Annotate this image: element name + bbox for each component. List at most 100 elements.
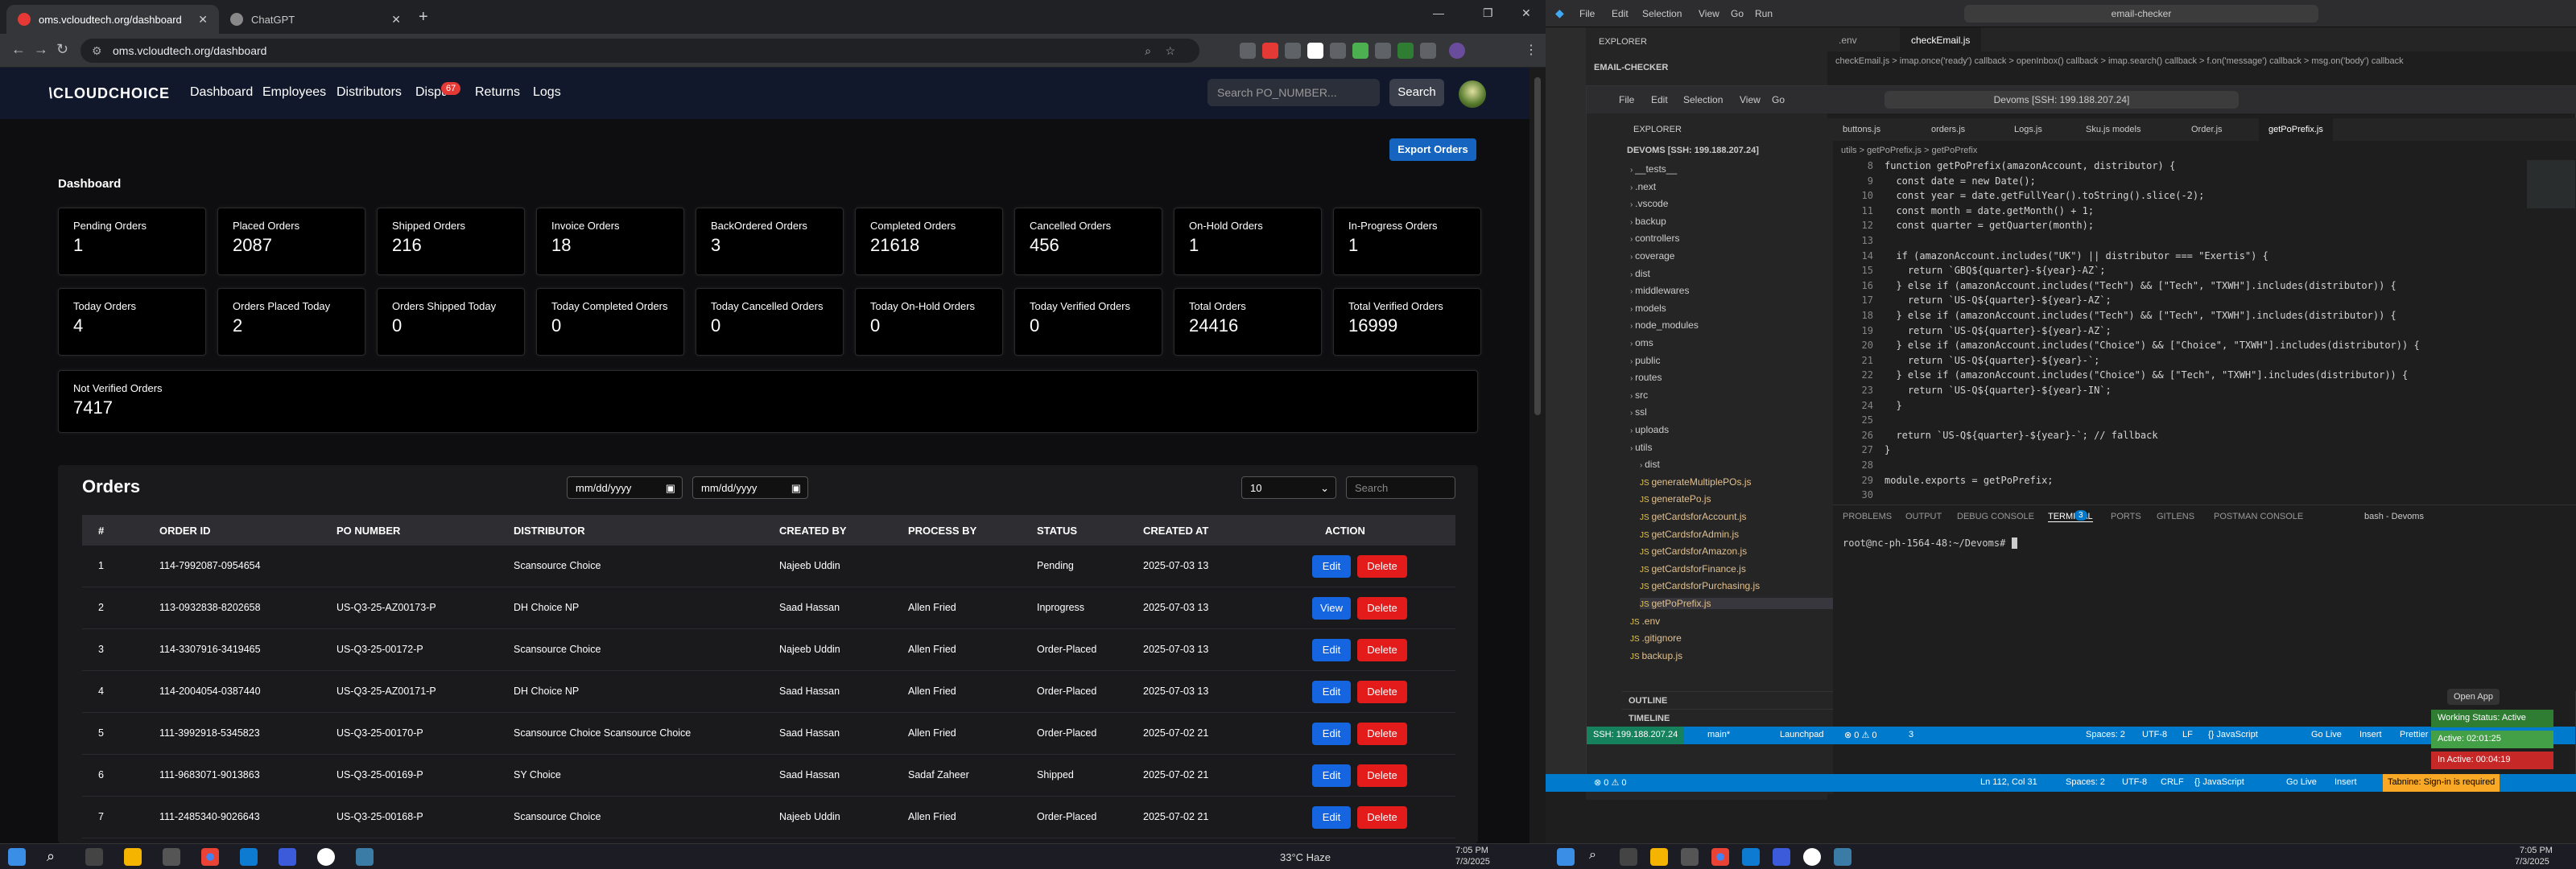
chrome-icon[interactable] (1711, 848, 1729, 866)
close-tab-icon[interactable]: ✕ (198, 13, 208, 27)
maximize-icon[interactable]: ❐ (1483, 6, 1493, 20)
editor-tab[interactable]: Order.js (2182, 118, 2232, 141)
page-size-select[interactable]: 10 ⌄ (1241, 476, 1336, 499)
extension-icon[interactable] (1262, 43, 1278, 59)
folder-item[interactable]: › oms (1630, 337, 1653, 348)
editor-tab[interactable]: orders.js (1922, 118, 1975, 141)
encoding[interactable]: UTF-8 (2122, 777, 2147, 787)
menu-go[interactable]: Go (1731, 8, 1744, 19)
extension-icon[interactable] (1285, 43, 1301, 59)
menu-go[interactable]: Go (1772, 94, 1785, 105)
file-item[interactable]: JS .gitignore (1630, 632, 1682, 644)
folder-item[interactable]: › controllers (1630, 233, 1679, 244)
edit-button[interactable]: Edit (1312, 681, 1351, 703)
file-item[interactable]: JS getCardsforAdmin.js (1640, 529, 1739, 540)
scrollbar-thumb[interactable] (1534, 77, 1541, 415)
file-item[interactable]: JS generatePo.js (1640, 493, 1711, 505)
nav-dashboard[interactable]: Dashboard (190, 85, 253, 100)
folder-item[interactable]: › public (1630, 355, 1660, 366)
editor-tab[interactable]: getPoPrefix.js (2259, 118, 2333, 141)
folder-item[interactable]: › dist (1640, 459, 1660, 470)
delete-button[interactable]: Delete (1357, 681, 1407, 703)
task-view-icon[interactable] (1620, 848, 1637, 866)
prettier[interactable]: Prettier (2400, 730, 2428, 739)
app-icon[interactable] (356, 848, 374, 866)
extension-icon[interactable] (1352, 43, 1368, 59)
command-center-search[interactable]: email-checker (1964, 5, 2318, 23)
nav-returns[interactable]: Returns (475, 85, 520, 100)
folder-item[interactable]: › .next (1630, 181, 1656, 192)
panel-tab[interactable]: GITLENS (2157, 512, 2194, 521)
file-explorer-icon[interactable] (124, 848, 142, 866)
editor-tab[interactable]: Logs.js (2004, 118, 2052, 141)
po-search-input[interactable]: Search PO_NUMBER... (1208, 79, 1380, 106)
folder-item[interactable]: › utils (1630, 442, 1652, 453)
orders-search-input[interactable]: Search (1346, 476, 1455, 499)
delete-button[interactable]: Delete (1357, 723, 1407, 745)
zm-app-icon[interactable] (1773, 848, 1790, 866)
windows-start-icon[interactable] (1557, 848, 1575, 866)
url-field[interactable]: ⚙ oms.vcloudtech.org/dashboard ⌕ ☆ (80, 39, 1199, 63)
extension-icon[interactable] (1375, 43, 1391, 59)
insert-mode[interactable]: Insert (2359, 730, 2382, 739)
search-icon[interactable]: ⌕ (1589, 848, 1607, 866)
panel-tab[interactable]: DEBUG CONSOLE (1957, 512, 2034, 521)
menu-edit[interactable]: Edit (1612, 8, 1629, 19)
chrome-icon[interactable] (201, 848, 219, 866)
windows-start-icon[interactable] (8, 848, 26, 866)
tab-dashboard[interactable]: oms.vcloudtech.org/dashboard ✕ (6, 5, 219, 34)
tab-env[interactable]: .env (1839, 35, 1857, 46)
panel-tab[interactable]: PROBLEMS (1843, 512, 1892, 521)
weather-widget[interactable]: 33°C Haze (1280, 851, 1331, 863)
folder-title[interactable]: EMAIL-CHECKER (1594, 63, 1668, 72)
to-date-input[interactable]: mm/dd/yyyy ▣ (692, 476, 808, 499)
extensions-puzzle-icon[interactable] (1420, 43, 1436, 59)
edit-button[interactable]: Edit (1312, 723, 1351, 745)
folder-item[interactable]: › ssl (1630, 406, 1647, 418)
folder-item[interactable]: › .vscode (1630, 198, 1668, 209)
store-icon[interactable] (163, 848, 180, 866)
edit-button[interactable]: Edit (1312, 806, 1351, 829)
extension-icon[interactable] (1240, 43, 1256, 59)
extension-icon[interactable] (1330, 43, 1346, 59)
edit-button[interactable]: Edit (1312, 764, 1351, 787)
delete-button[interactable]: Delete (1357, 597, 1407, 620)
menu-selection[interactable]: Selection (1642, 8, 1682, 19)
forward-icon[interactable]: → (34, 41, 48, 58)
menu-view[interactable]: View (1699, 8, 1719, 19)
delete-button[interactable]: Delete (1357, 555, 1407, 578)
nav-distributors[interactable]: Distributors (336, 85, 402, 100)
delete-button[interactable]: Delete (1357, 806, 1407, 829)
language-mode[interactable]: {} JavaScript (2208, 730, 2258, 739)
task-view-icon[interactable] (85, 848, 103, 866)
tab-checkemail[interactable]: checkEmail.js (1900, 27, 1982, 51)
editor-tab[interactable]: Sku.js models (2076, 118, 2150, 141)
ports-count[interactable]: 3 (1909, 730, 1913, 739)
extension-icon[interactable] (1397, 43, 1414, 59)
timeline-section[interactable]: TIMELINE (1622, 709, 1833, 727)
bookmark-star-icon[interactable]: ☆ (1165, 44, 1175, 58)
menu-file[interactable]: File (1619, 94, 1634, 105)
search-icon[interactable]: ⌕ (47, 848, 64, 866)
user-avatar[interactable] (1459, 80, 1486, 108)
indentation[interactable]: Spaces: 2 (2086, 730, 2125, 739)
file-item[interactable]: JS getPoPrefix.js (1640, 598, 1833, 609)
file-item[interactable]: JS getCardsforAmazon.js (1640, 546, 1747, 557)
file-item[interactable]: JS getCardsforPurchasing.js (1640, 580, 1760, 591)
folder-item[interactable]: › models (1630, 303, 1666, 314)
close-tab-icon[interactable]: ✕ (391, 13, 401, 27)
from-date-input[interactable]: mm/dd/yyyy ▣ (567, 476, 683, 499)
folder-item[interactable]: › backup (1630, 216, 1666, 227)
menu-selection[interactable]: Selection (1683, 94, 1723, 105)
file-explorer-icon[interactable] (1650, 848, 1668, 866)
folder-item[interactable]: › coverage (1630, 250, 1674, 262)
export-orders-button[interactable]: Export Orders (1389, 138, 1476, 161)
insert-mode[interactable]: Insert (2334, 777, 2357, 787)
edit-button[interactable]: Edit (1312, 555, 1351, 578)
folder-item[interactable]: › middlewares (1630, 285, 1689, 296)
language-mode[interactable]: {} JavaScript (2194, 777, 2244, 787)
profile-avatar-icon[interactable] (1449, 43, 1465, 59)
outline-section[interactable]: OUTLINE (1622, 691, 1833, 709)
minimize-icon[interactable]: — (1433, 6, 1444, 19)
vscode-icon[interactable] (240, 848, 258, 866)
